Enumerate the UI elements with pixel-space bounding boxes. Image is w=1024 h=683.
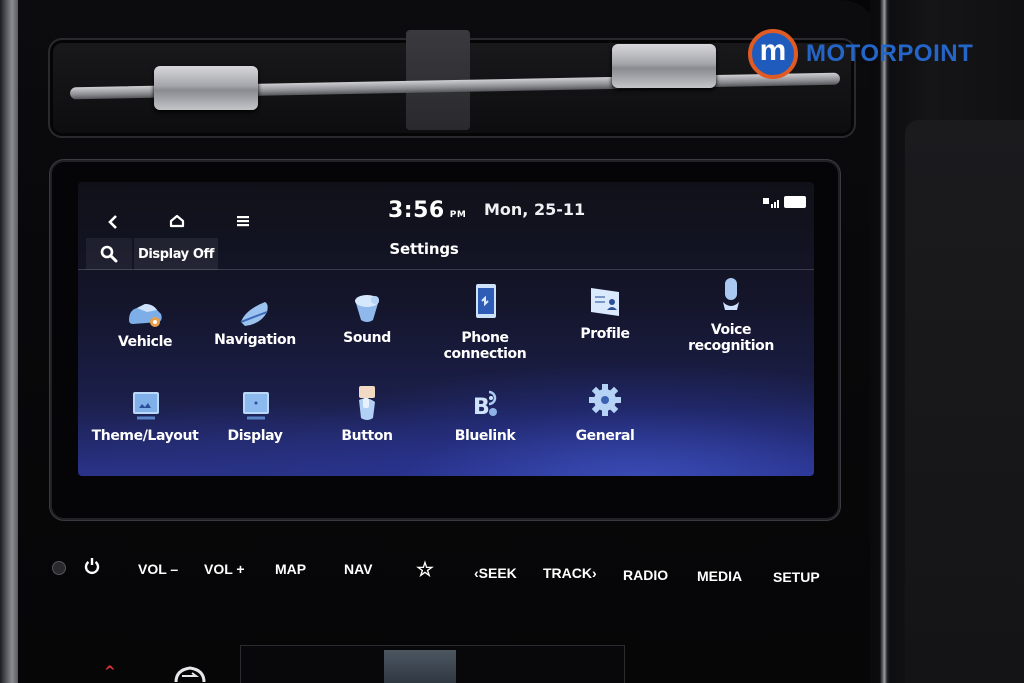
tile-label: Profile <box>580 326 630 342</box>
bluelink-icon: B <box>473 390 497 420</box>
profile-card-icon <box>591 288 619 316</box>
microphone-icon <box>723 278 739 310</box>
menu-icon[interactable] <box>234 212 252 230</box>
logo-text: MOTORPOINT <box>806 40 974 67</box>
clock-time: 3:56 <box>388 198 445 223</box>
phone-icon <box>476 284 496 318</box>
theme-icon <box>133 392 159 420</box>
infotainment-screen: 3:56 PM Mon, 25-11 Display Off Settings V… <box>78 182 814 476</box>
search-icon <box>100 245 118 263</box>
power-icon <box>84 558 100 574</box>
tile-label-line: Voice <box>710 322 752 338</box>
home-icon[interactable] <box>168 212 186 230</box>
tile-label: General <box>575 428 635 444</box>
tile-general[interactable]: General <box>540 382 670 472</box>
clock: 3:56 PM <box>388 198 466 223</box>
logo-badge: m <box>748 29 798 79</box>
vol-up-button[interactable]: VOL + <box>204 561 245 577</box>
vent-knob-left[interactable] <box>154 66 258 110</box>
air-vent <box>48 30 856 138</box>
recirculation-icon[interactable] <box>172 664 208 683</box>
page-title: Settings <box>389 240 459 258</box>
tile-voice-recognition[interactable]: Voice recognition <box>666 274 796 364</box>
tile-bluelink[interactable]: B Bluelink <box>420 382 550 472</box>
media-button[interactable]: MEDIA <box>697 568 742 584</box>
sensor-dot <box>52 561 66 575</box>
navigation-icon <box>240 302 268 326</box>
tile-label-2line: Phone connection <box>420 330 550 362</box>
radio-button[interactable]: RADIO <box>623 567 668 583</box>
tile-navigation[interactable]: Navigation <box>190 290 320 380</box>
tile-sound[interactable]: Sound <box>302 288 432 378</box>
seat-backdrop <box>905 120 1024 683</box>
favorite-button[interactable]: ☆ <box>416 557 434 582</box>
tile-label-line: connection <box>443 346 527 362</box>
date: Mon, 25-11 <box>484 200 586 219</box>
button-icon <box>359 386 375 420</box>
tile-label-line: Phone <box>461 330 509 346</box>
map-button[interactable]: MAP <box>275 561 306 577</box>
panel-reflection <box>384 650 456 683</box>
back-icon[interactable] <box>104 213 122 231</box>
speaker-icon <box>355 295 379 322</box>
signal-icon <box>763 198 779 208</box>
display-off-button[interactable]: Display Off <box>134 238 218 270</box>
status-bar: 3:56 PM Mon, 25-11 <box>78 182 814 229</box>
clock-ampm: PM <box>449 210 467 220</box>
tile-label: Display <box>227 428 283 444</box>
tile-label: Sound <box>343 330 391 346</box>
vol-down-button[interactable]: VOL – <box>138 561 178 577</box>
tile-label: Bluelink <box>454 428 516 444</box>
chrome-trim <box>880 0 890 683</box>
star-icon: ☆ <box>416 559 434 581</box>
display-icon <box>243 392 269 420</box>
track-button[interactable]: TRACK› <box>543 565 597 581</box>
battery-icon <box>784 196 806 208</box>
toolbar: Display Off Settings <box>78 238 814 270</box>
tile-phone-connection[interactable]: Phone connection <box>420 280 550 370</box>
search-button[interactable] <box>86 238 132 270</box>
hardware-button-row: VOL – VOL + MAP NAV ☆ ‹SEEK TRACK› RADIO… <box>40 555 880 595</box>
tile-profile[interactable]: Profile <box>540 280 670 370</box>
tile-display[interactable]: Display <box>190 384 320 474</box>
vehicle-icon <box>129 304 162 327</box>
hazard-chevron-icon[interactable]: ^ <box>104 664 116 680</box>
tile-label: Navigation <box>214 332 296 348</box>
setup-button[interactable]: SETUP <box>773 569 820 585</box>
power-button[interactable] <box>84 557 100 578</box>
gear-icon <box>589 384 621 416</box>
tile-label-2line: Voice recognition <box>666 322 796 354</box>
motorpoint-logo: m MOTORPOINT <box>748 28 973 80</box>
tile-button[interactable]: Button <box>302 382 432 472</box>
svg-text:B: B <box>473 395 490 420</box>
tile-label-line: recognition <box>688 338 774 354</box>
seek-button[interactable]: ‹SEEK <box>474 565 517 581</box>
vent-knob-right[interactable] <box>612 44 716 88</box>
tile-label: Button <box>341 428 393 444</box>
nav-button[interactable]: NAV <box>344 561 373 577</box>
